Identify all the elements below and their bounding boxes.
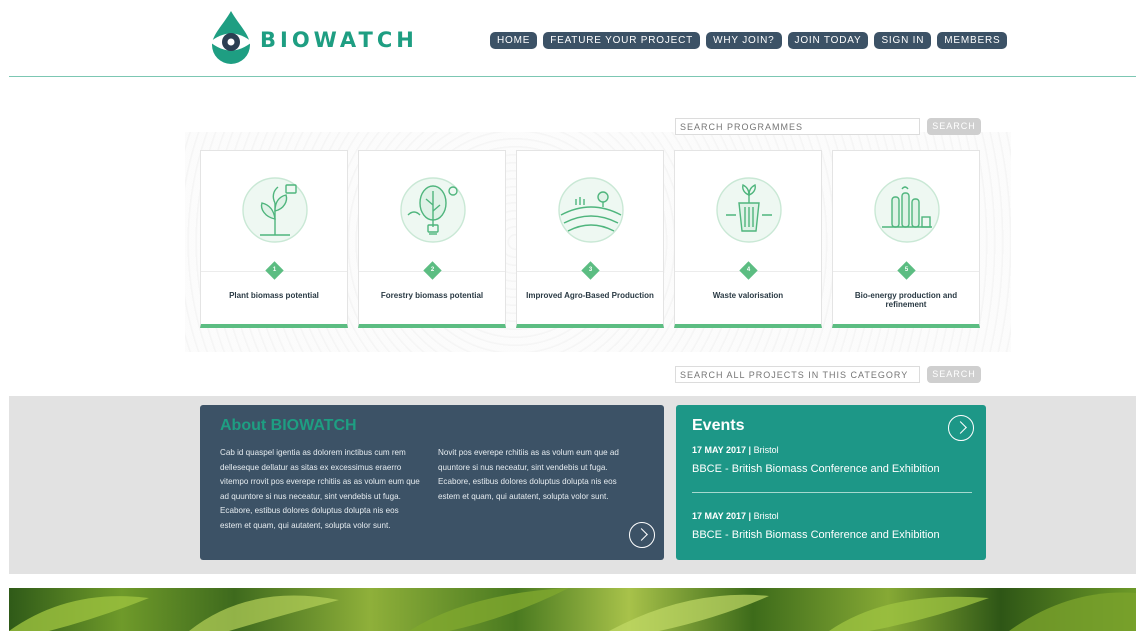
card-title: Plant biomass potential <box>229 291 319 300</box>
programme-card-waste-valorisation[interactable]: 4 Waste valorisation <box>674 150 822 328</box>
events-divider <box>692 492 972 493</box>
card-title: Waste valorisation <box>712 291 784 300</box>
waste-bin-icon <box>716 177 782 243</box>
header-divider <box>9 76 1136 77</box>
about-text-column-1: Cab id quaspel igentia as dolorem inctib… <box>220 448 420 530</box>
card-number-badge: 5 <box>897 261 916 280</box>
nav-why-join[interactable]: WHY JOIN? <box>706 32 782 49</box>
about-more-arrow-icon[interactable] <box>629 522 655 548</box>
event-item[interactable]: 17 MAY 2017 | Bristol BBCE - British Bio… <box>692 445 940 475</box>
card-number-badge: 3 <box>581 261 600 280</box>
event-date: 17 MAY 2017 <box>692 445 747 455</box>
programme-card-agro-production[interactable]: 3 Improved Agro-Based Production <box>516 150 664 328</box>
card-number-badge: 1 <box>265 261 284 280</box>
nav-feature-your-project[interactable]: FEATURE YOUR PROJECT <box>543 32 701 49</box>
card-title: Improved Agro-Based Production <box>526 291 654 300</box>
programme-search-button[interactable]: SEARCH <box>927 118 981 135</box>
programme-search-input[interactable] <box>675 118 920 135</box>
brand-name: BIOWATCH <box>260 28 418 52</box>
programme-card-forestry-biomass[interactable]: 2 Forestry biomass potential <box>358 150 506 328</box>
events-panel: Events 17 MAY 2017 | Bristol BBCE - Brit… <box>676 405 986 560</box>
drop-eye-icon <box>210 11 252 64</box>
event-item[interactable]: 17 MAY 2017 | Bristol BBCE - British Bio… <box>692 511 940 541</box>
card-title: Bio-energy production and refinement <box>854 291 958 309</box>
project-search-button[interactable]: SEARCH <box>927 366 981 383</box>
card-title: Forestry biomass potential <box>380 291 484 300</box>
nav-members[interactable]: MEMBERS <box>937 32 1008 49</box>
main-nav: HOME FEATURE YOUR PROJECT WHY JOIN? JOIN… <box>490 32 1008 49</box>
nav-sign-in[interactable]: SIGN IN <box>874 32 932 49</box>
nav-home[interactable]: HOME <box>490 32 538 49</box>
event-name[interactable]: BBCE - British Biomass Conference and Ex… <box>692 529 940 541</box>
event-location: Bristol <box>753 445 779 455</box>
card-number-badge: 2 <box>423 261 442 280</box>
nav-join-today[interactable]: JOIN TODAY <box>787 32 869 49</box>
event-date-line: 17 MAY 2017 | Bristol <box>692 445 779 455</box>
programme-card-plant-biomass[interactable]: 1 Plant biomass potential <box>200 150 348 328</box>
events-title: Events <box>692 417 745 434</box>
project-search: SEARCH <box>675 366 981 383</box>
card-number-badge: 4 <box>739 261 758 280</box>
site-header: BIOWATCH HOME FEATURE YOUR PROJECT WHY J… <box>0 0 1136 78</box>
leaf-banner-image <box>9 588 1136 631</box>
event-location: Bristol <box>753 511 779 521</box>
event-date-line: 17 MAY 2017 | Bristol <box>692 511 779 521</box>
tree-bulb-icon <box>400 177 466 243</box>
brand-logo[interactable]: BIOWATCH <box>208 9 418 65</box>
plant-icon <box>242 177 308 243</box>
events-more-arrow-icon[interactable] <box>948 415 974 441</box>
project-search-input[interactable] <box>675 366 920 383</box>
programme-cards: 1 Plant biomass potential 2 Forestry bio… <box>200 150 980 328</box>
factory-icon <box>874 177 940 243</box>
about-panel: About BIOWATCH Cab id quaspel igentia as… <box>200 405 664 560</box>
programme-search: SEARCH <box>675 118 981 135</box>
event-date: 17 MAY 2017 <box>692 511 747 521</box>
about-title: About BIOWATCH <box>220 417 357 434</box>
programme-card-bio-energy[interactable]: 5 Bio-energy production and refinement <box>832 150 980 328</box>
fields-icon <box>558 177 624 243</box>
about-text-column-2: Novit pos everepe rchitiis as as volum e… <box>438 448 619 501</box>
event-name[interactable]: BBCE - British Biomass Conference and Ex… <box>692 463 940 475</box>
